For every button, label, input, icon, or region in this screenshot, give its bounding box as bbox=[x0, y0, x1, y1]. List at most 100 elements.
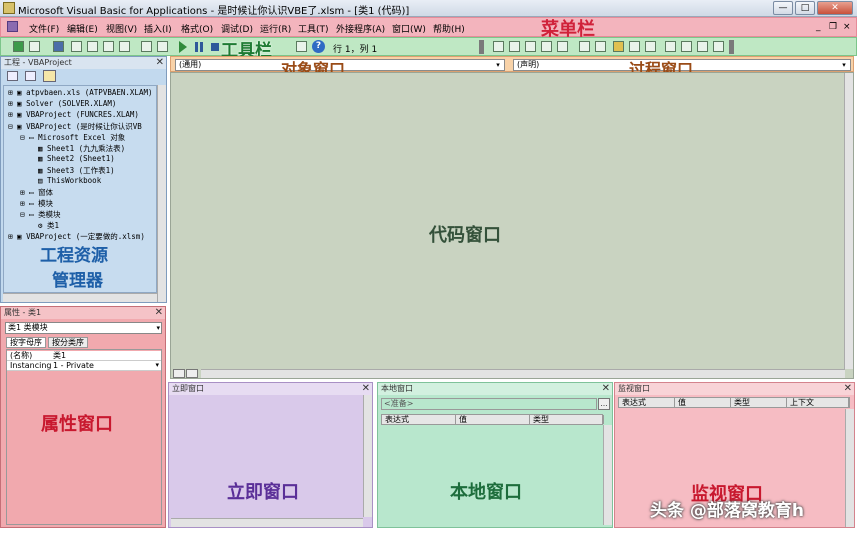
watch-grid-header: 表达式 值 类型 上下文 bbox=[618, 397, 850, 408]
object-browser-icon[interactable] bbox=[296, 41, 307, 52]
tree-node-solver[interactable]: ⊞ ▣ Solver (SOLVER.XLAM) bbox=[8, 99, 116, 108]
toggle-bookmark-icon[interactable] bbox=[613, 41, 624, 52]
immediate-close-icon[interactable]: ✕ bbox=[362, 383, 370, 395]
tree-node-forms[interactable]: ⊞ ▭ 窗体 bbox=[20, 187, 53, 198]
menu-insert[interactable]: 插入(I) bbox=[144, 22, 172, 35]
tree-node-excel-objects[interactable]: ⊟ ▭ Microsoft Excel 对象 bbox=[20, 132, 125, 143]
properties-object-select[interactable]: 类1 类模块 ▾ bbox=[5, 322, 162, 334]
properties-close-icon[interactable]: ✕ bbox=[155, 307, 163, 319]
title-bar: Microsoft Visual Basic for Applications … bbox=[0, 0, 857, 17]
reset-icon[interactable] bbox=[211, 43, 219, 51]
outdent-icon[interactable] bbox=[509, 41, 520, 52]
close-button[interactable]: ✕ bbox=[817, 1, 853, 15]
list-properties-icon[interactable] bbox=[525, 41, 536, 52]
project-explorer-header: 工程 - VBAProject ✕ bbox=[1, 57, 166, 69]
call-stack-button[interactable]: … bbox=[598, 398, 610, 410]
tree-node-class-modules[interactable]: ⊟ ▭ 类模块 bbox=[20, 209, 61, 220]
locals-close-icon[interactable]: ✕ bbox=[602, 383, 610, 395]
column-type[interactable]: 类型 bbox=[731, 398, 787, 407]
tree-node-current-project[interactable]: ⊟ ▣ VBAProject (是时候让你认识VB bbox=[8, 121, 142, 132]
property-row[interactable]: (名称) 类1 bbox=[7, 351, 161, 361]
immediate-hscroll[interactable] bbox=[171, 518, 363, 527]
tree-node-modules[interactable]: ⊞ ▭ 模块 bbox=[20, 198, 53, 209]
menu-edit[interactable]: 编辑(E) bbox=[67, 22, 98, 35]
column-context[interactable]: 上下文 bbox=[787, 398, 849, 407]
watch-vscroll[interactable] bbox=[845, 409, 854, 527]
tree-node-atpvbaen[interactable]: ⊞ ▣ atpvbaen.xls (ATPVBAEN.XLAM) bbox=[8, 88, 153, 97]
mdi-close-button[interactable]: × bbox=[843, 22, 851, 32]
project-explorer-close-icon[interactable]: ✕ bbox=[156, 57, 164, 69]
property-row[interactable]: Instancing 1 - Private ▾ bbox=[7, 361, 161, 371]
immediate-vscroll[interactable] bbox=[363, 395, 372, 517]
column-value[interactable]: 值 bbox=[456, 415, 530, 424]
tree-node-thisworkbook[interactable]: ▤ ThisWorkbook bbox=[38, 176, 101, 185]
cut-icon[interactable] bbox=[71, 41, 82, 52]
project-tree-vscroll[interactable] bbox=[157, 85, 166, 302]
tree-node-sheet2[interactable]: ▦ Sheet2 (Sheet1) bbox=[38, 154, 115, 163]
code-window[interactable]: 代码窗口 bbox=[170, 72, 854, 379]
step-over-icon[interactable] bbox=[697, 41, 708, 52]
menu-file[interactable]: 文件(F) bbox=[29, 22, 59, 35]
step-into-icon[interactable] bbox=[681, 41, 692, 52]
menu-run[interactable]: 运行(R) bbox=[260, 22, 291, 35]
comment-block-icon[interactable] bbox=[595, 41, 606, 52]
menu-window[interactable]: 窗口(W) bbox=[392, 22, 426, 35]
tree-node-sheet3[interactable]: ▦ Sheet3 (工作表1) bbox=[38, 165, 115, 176]
tree-node-funcres[interactable]: ⊞ ▣ VBAProject (FUNCRES.XLAM) bbox=[8, 110, 139, 119]
column-type[interactable]: 类型 bbox=[530, 415, 604, 424]
excel-view-icon[interactable] bbox=[7, 21, 18, 32]
insert-userform-icon[interactable] bbox=[29, 41, 40, 52]
procedure-view-icon[interactable] bbox=[173, 369, 185, 378]
paste-icon[interactable] bbox=[103, 41, 114, 52]
help-icon[interactable]: ? bbox=[312, 40, 325, 53]
tab-categorized[interactable]: 按分类序 bbox=[48, 337, 88, 348]
minimize-button[interactable]: — bbox=[773, 1, 793, 15]
menu-tools[interactable]: 工具(T) bbox=[298, 22, 329, 35]
redo-icon[interactable] bbox=[157, 41, 168, 52]
properties-title: 属性 - 类1 bbox=[4, 308, 42, 317]
menu-help[interactable]: 帮助(H) bbox=[433, 22, 465, 35]
menu-format[interactable]: 格式(O) bbox=[181, 22, 213, 35]
menu-debug[interactable]: 调试(D) bbox=[221, 22, 253, 35]
code-hscroll[interactable] bbox=[201, 369, 845, 378]
column-expression[interactable]: 表达式 bbox=[619, 398, 675, 407]
edit-toolbar-overflow-handle[interactable] bbox=[729, 40, 734, 54]
locals-annotation: 本地窗口 bbox=[450, 482, 522, 503]
maximize-button[interactable]: □ bbox=[795, 1, 815, 15]
run-icon[interactable] bbox=[179, 41, 187, 53]
mdi-restore-button[interactable]: ❐ bbox=[829, 22, 837, 32]
toolbar-overflow-handle[interactable] bbox=[479, 40, 484, 54]
toggle-breakpoint-icon[interactable] bbox=[579, 41, 590, 52]
locals-vscroll[interactable] bbox=[603, 425, 612, 525]
list-constants-icon[interactable] bbox=[541, 41, 552, 52]
break-icon[interactable] bbox=[195, 42, 198, 52]
indent-icon[interactable] bbox=[493, 41, 504, 52]
tab-alphabetic[interactable]: 按字母序 bbox=[6, 337, 46, 348]
copy-icon[interactable] bbox=[87, 41, 98, 52]
column-expression[interactable]: 表达式 bbox=[382, 415, 456, 424]
column-value[interactable]: 值 bbox=[675, 398, 731, 407]
quick-info-icon[interactable] bbox=[557, 41, 568, 52]
find-icon[interactable] bbox=[119, 41, 130, 52]
clear-bookmarks-icon[interactable] bbox=[665, 41, 676, 52]
mdi-minimize-button[interactable]: _ bbox=[816, 22, 821, 32]
chevron-down-icon: ▾ bbox=[156, 324, 160, 332]
watch-close-icon[interactable]: ✕ bbox=[844, 383, 852, 395]
locals-title: 本地窗口 bbox=[381, 384, 413, 393]
previous-bookmark-icon[interactable] bbox=[645, 41, 656, 52]
view-object-icon[interactable] bbox=[25, 71, 36, 81]
toggle-folders-icon[interactable] bbox=[43, 70, 56, 82]
tree-node-class1[interactable]: ⚙ 类1 bbox=[38, 220, 59, 231]
project-tree-hscroll[interactable] bbox=[3, 293, 157, 302]
next-bookmark-icon[interactable] bbox=[629, 41, 640, 52]
step-out-icon[interactable] bbox=[713, 41, 724, 52]
save-icon[interactable] bbox=[53, 41, 64, 52]
undo-icon[interactable] bbox=[141, 41, 152, 52]
view-excel-icon[interactable] bbox=[13, 41, 24, 52]
menu-view[interactable]: 视图(V) bbox=[106, 22, 137, 35]
code-vscroll[interactable] bbox=[844, 73, 853, 369]
view-code-icon[interactable] bbox=[7, 71, 18, 81]
full-module-view-icon[interactable] bbox=[186, 369, 198, 378]
tree-node-sheet1[interactable]: ▦ Sheet1 (九九乘法表) bbox=[38, 143, 125, 154]
menu-addins[interactable]: 外接程序(A) bbox=[336, 22, 385, 35]
